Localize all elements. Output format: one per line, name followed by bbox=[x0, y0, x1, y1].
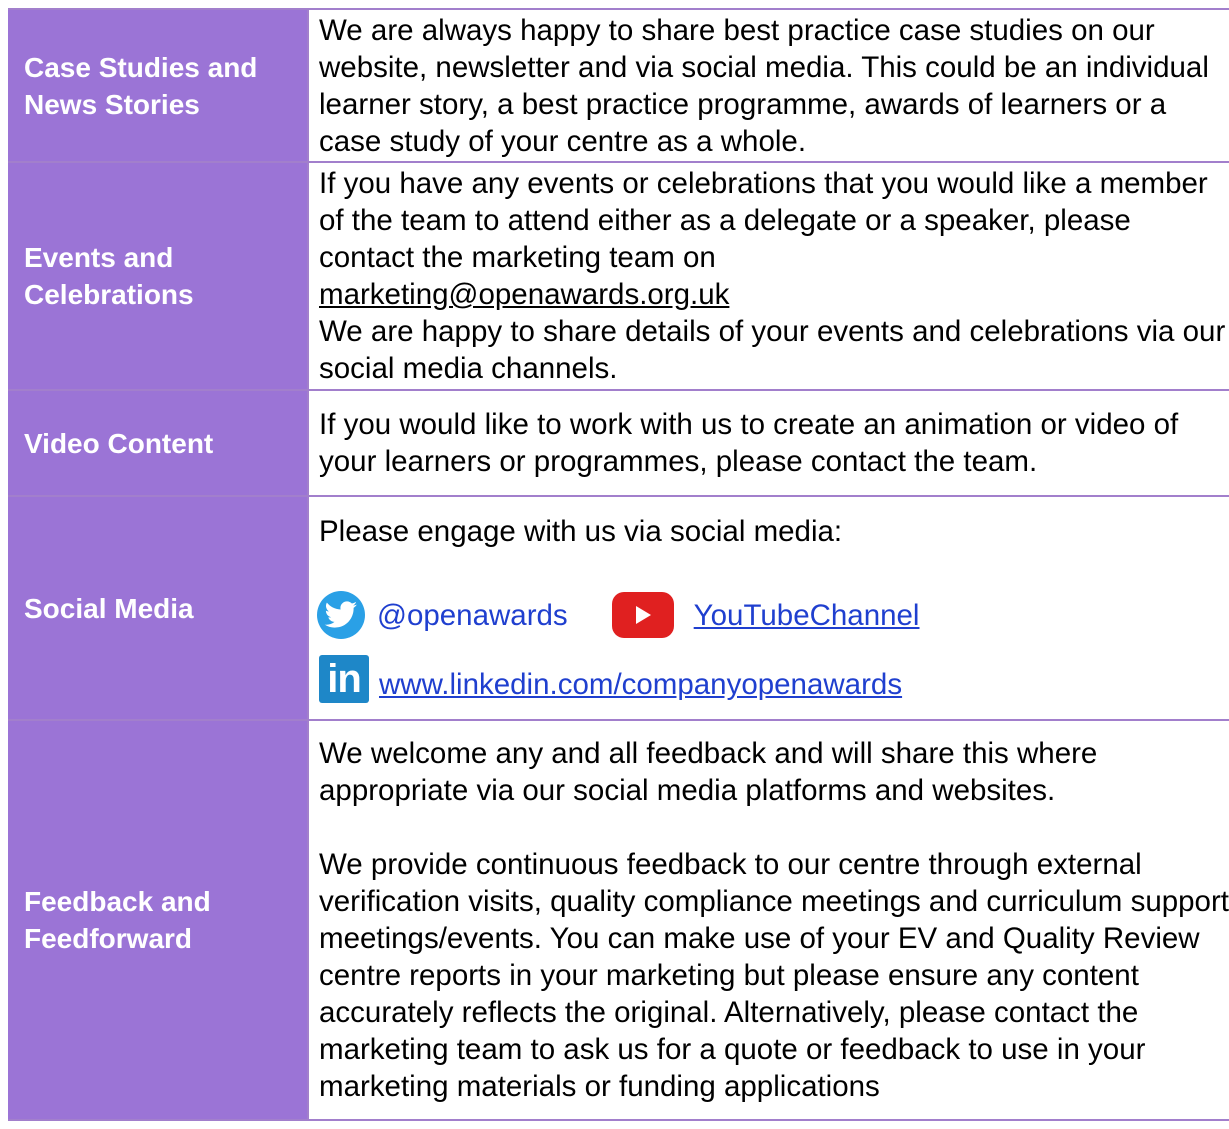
table-row: Case Studies and News Stories We are alw… bbox=[8, 8, 1229, 163]
row-content-case-studies: We are always happy to share best practi… bbox=[308, 8, 1229, 163]
row-label-video: Video Content bbox=[8, 389, 309, 497]
document-page: Case Studies and News Stories We are alw… bbox=[8, 8, 1229, 1121]
row-label-feedback: Feedback and Feedforward bbox=[8, 719, 309, 1121]
row-label-case-studies: Case Studies and News Stories bbox=[8, 8, 309, 163]
marketing-email-link[interactable]: marketing@openawards.org.uk bbox=[319, 278, 729, 311]
linkedin-line: in www.linkedin.com/companyopenawards bbox=[319, 643, 1229, 703]
social-intro-text: Please engage with us via social media: bbox=[319, 515, 843, 548]
row-content-video: If you would like to work with us to cre… bbox=[308, 389, 1229, 497]
events-share-text: We are happy to share details of your ev… bbox=[319, 315, 1226, 385]
row-content-feedback: We welcome any and all feedback and will… bbox=[308, 719, 1229, 1121]
feedback-text-1: We welcome any and all feedback and will… bbox=[319, 737, 1098, 807]
marketing-info-table: Case Studies and News Stories We are alw… bbox=[8, 8, 1229, 1121]
row-label-social: Social Media bbox=[8, 495, 309, 721]
twitter-handle-link[interactable]: @openawards bbox=[377, 597, 568, 634]
social-links-line: @openawards YouTubeChannel bbox=[317, 587, 1229, 643]
table-row: Social Media Please engage with us via s… bbox=[8, 495, 1229, 721]
twitter-icon[interactable] bbox=[317, 591, 365, 639]
linkedin-icon[interactable]: in bbox=[319, 655, 369, 703]
youtube-channel-link[interactable]: YouTubeChannel bbox=[694, 597, 920, 634]
row-content-events: If you have any events or celebrations t… bbox=[308, 161, 1229, 391]
row-content-social: Please engage with us via social media: … bbox=[308, 495, 1229, 721]
table-row: Video Content If you would like to work … bbox=[8, 389, 1229, 497]
events-text: If you have any events or celebrations t… bbox=[319, 167, 1208, 274]
linkedin-link[interactable]: www.linkedin.com/companyopenawards bbox=[379, 666, 902, 703]
table-row: Feedback and Feedforward We welcome any … bbox=[8, 719, 1229, 1121]
youtube-icon[interactable] bbox=[611, 592, 674, 638]
table-row: Events and Celebrations If you have any … bbox=[8, 161, 1229, 391]
case-studies-text: We are always happy to share best practi… bbox=[319, 13, 1209, 158]
row-label-events: Events and Celebrations bbox=[8, 161, 309, 391]
feedback-text-2: We provide continuous feedback to our ce… bbox=[319, 848, 1229, 1103]
video-text: If you would like to work with us to cre… bbox=[319, 408, 1179, 478]
